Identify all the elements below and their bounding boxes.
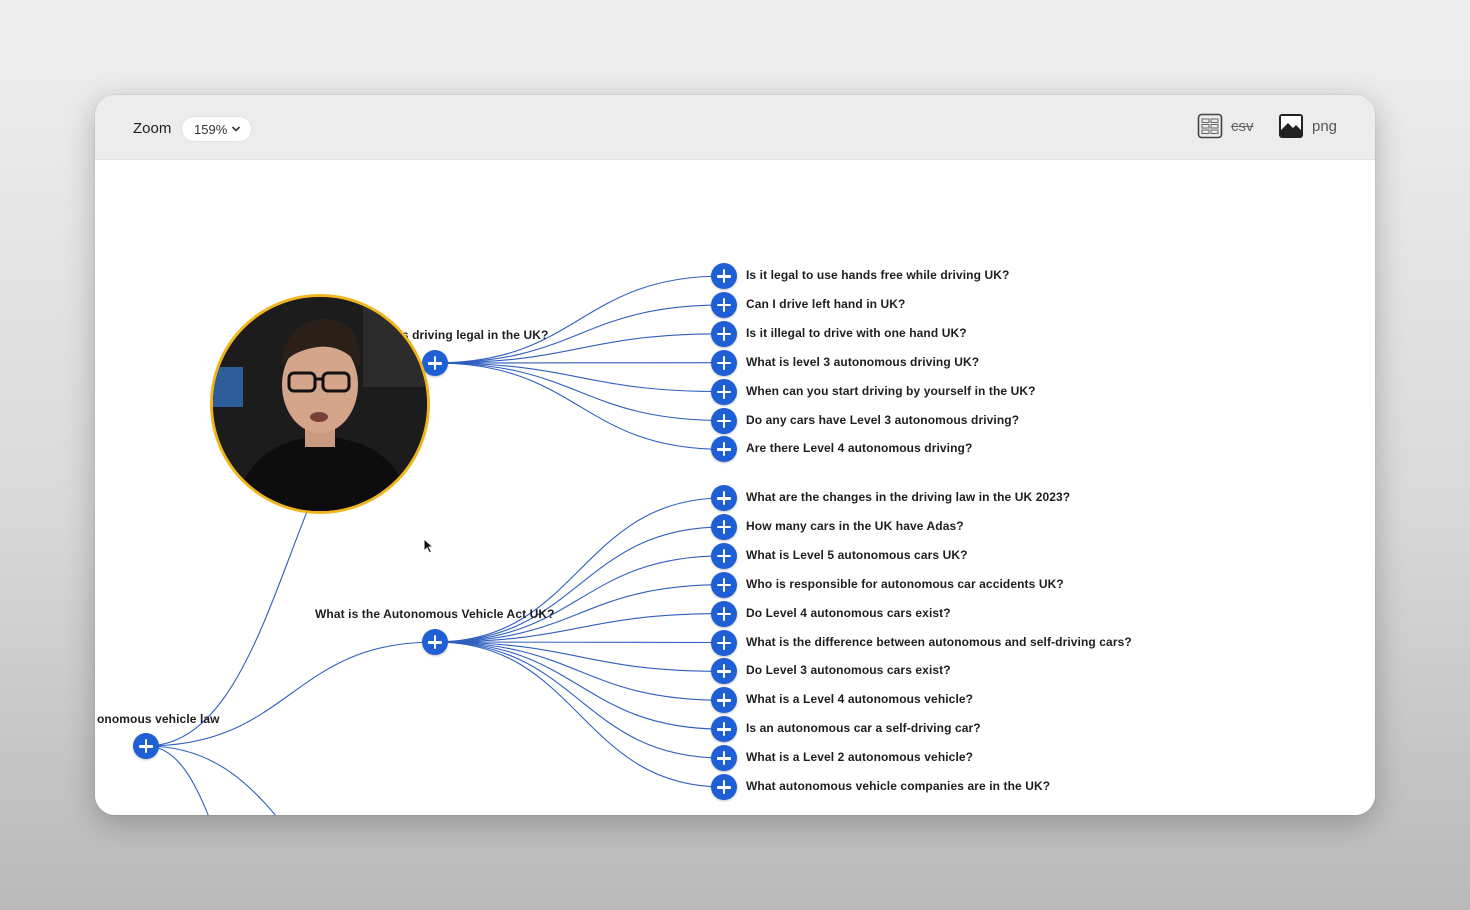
branch-node-button[interactable] xyxy=(422,350,448,376)
tree-edge xyxy=(434,641,725,701)
zoom-label: Zoom xyxy=(133,120,172,137)
leaf-node-button[interactable] xyxy=(711,600,737,627)
leaf-node-button[interactable] xyxy=(711,774,737,800)
leaf-node-button[interactable] xyxy=(711,745,737,772)
leaf-node-label[interactable]: Can I drive left hand in UK? xyxy=(746,297,905,311)
branch-node-button[interactable] xyxy=(422,629,448,655)
csv-label: csv xyxy=(1231,117,1254,135)
leaf-node-button[interactable] xyxy=(711,542,737,569)
png-label: png xyxy=(1312,117,1338,135)
toolbar: Zoom 159% csv png xyxy=(95,95,1375,160)
leaf-node-label[interactable]: What is a Level 2 autonomous vehicle? xyxy=(746,750,973,764)
leaf-node-button[interactable] xyxy=(711,263,737,289)
tree-edge xyxy=(145,745,277,815)
leaf-node-button[interactable] xyxy=(711,716,737,743)
tree-edge xyxy=(434,275,725,364)
zoom-value: 159% xyxy=(194,121,228,137)
leaf-node-label[interactable]: Is it illegal to drive with one hand UK? xyxy=(746,326,967,340)
leaf-node-button[interactable] xyxy=(711,629,737,656)
leaf-node-label[interactable]: Who is responsible for autonomous car ac… xyxy=(746,577,1064,591)
tree-edge xyxy=(145,641,436,747)
export-png-button[interactable]: png xyxy=(1278,113,1337,139)
leaf-node-label[interactable]: What is the difference between autonomou… xyxy=(746,635,1132,649)
table-grid-icon xyxy=(1197,113,1223,139)
root-node-button[interactable] xyxy=(133,733,159,759)
app-window: Zoom 159% csv png onomous vehicle law Is… xyxy=(95,95,1375,815)
leaf-node-button[interactable] xyxy=(711,407,737,434)
leaf-node-label[interactable]: When can you start driving by yourself i… xyxy=(746,384,1036,398)
tree-edge xyxy=(434,526,725,643)
export-csv-button[interactable]: csv xyxy=(1197,113,1254,139)
mouse-pointer-icon xyxy=(423,538,435,554)
leaf-node-button[interactable] xyxy=(711,349,737,376)
leaf-node-label[interactable]: What is Level 5 autonomous cars UK? xyxy=(746,548,968,562)
presenter-avatar-icon xyxy=(213,297,427,511)
leaf-node-button[interactable] xyxy=(711,320,737,347)
leaf-node-button[interactable] xyxy=(711,291,737,318)
leaf-node-label[interactable]: What is a Level 4 autonomous vehicle? xyxy=(746,692,973,706)
root-node-label[interactable]: onomous vehicle law xyxy=(97,712,220,726)
zoom-select[interactable]: 159% xyxy=(182,117,252,141)
leaf-node-label[interactable]: Are there Level 4 autonomous driving? xyxy=(746,441,972,455)
branch-node-label[interactable]: What is the Autonomous Vehicle Act UK? xyxy=(315,607,555,621)
tree-edge xyxy=(434,362,725,393)
webcam-overlay[interactable] xyxy=(210,294,430,514)
chevron-down-icon xyxy=(232,126,241,132)
leaf-node-label[interactable]: Is an autonomous car a self-driving car? xyxy=(746,721,981,735)
leaf-node-label[interactable]: Do any cars have Level 3 autonomous driv… xyxy=(746,413,1019,427)
tree-edge xyxy=(434,641,725,788)
leaf-node-button[interactable] xyxy=(711,513,737,540)
leaf-node-label[interactable]: What are the changes in the driving law … xyxy=(746,490,1070,504)
tree-edge xyxy=(434,641,725,730)
leaf-node-label[interactable]: Do Level 4 autonomous cars exist? xyxy=(746,606,951,620)
tree-edge xyxy=(434,555,725,643)
tree-edge xyxy=(145,745,209,815)
leaf-node-button[interactable] xyxy=(711,378,737,405)
image-icon xyxy=(1279,114,1303,138)
tree-edge xyxy=(434,641,725,644)
tree-edge xyxy=(434,362,725,422)
leaf-node-label[interactable]: What autonomous vehicle companies are in… xyxy=(746,779,1050,793)
leaf-node-label[interactable]: What is level 3 autonomous driving UK? xyxy=(746,355,979,369)
leaf-node-label[interactable]: How many cars in the UK have Adas? xyxy=(746,519,964,533)
leaf-node-label[interactable]: Do Level 3 autonomous cars exist? xyxy=(746,663,951,677)
tree-edge xyxy=(434,362,725,450)
mindmap-canvas[interactable]: onomous vehicle law Is autonomous driving… xyxy=(95,160,1375,815)
leaf-node-label[interactable]: Is it legal to use hands free while driv… xyxy=(746,268,1009,282)
tree-edge xyxy=(434,641,725,759)
leaf-node-button[interactable] xyxy=(711,485,737,511)
leaf-node-button[interactable] xyxy=(711,571,737,598)
